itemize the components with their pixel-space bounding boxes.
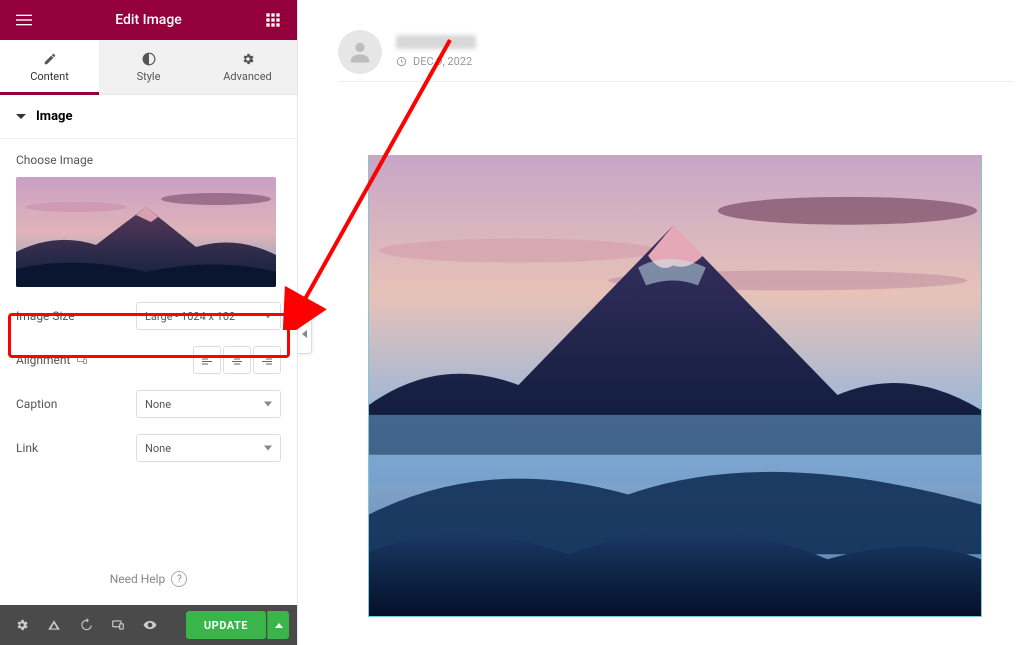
preview-button[interactable] bbox=[136, 611, 164, 639]
post-title-placeholder bbox=[396, 35, 476, 49]
post-header: DEC 9, 2022 bbox=[338, 28, 1014, 82]
history-button[interactable] bbox=[72, 611, 100, 639]
post-meta: DEC 9, 2022 bbox=[396, 35, 476, 68]
collapse-sidebar-handle[interactable] bbox=[298, 314, 312, 354]
select-value: None bbox=[145, 398, 171, 411]
image-thumbnail[interactable] bbox=[16, 177, 276, 287]
clock-icon bbox=[396, 56, 407, 67]
panel-title: Edit Image bbox=[38, 12, 259, 28]
link-select[interactable]: None bbox=[136, 434, 281, 462]
preview-pane: DEC 9, 2022 bbox=[298, 0, 1024, 645]
responsive-button[interactable] bbox=[104, 611, 132, 639]
align-right-button[interactable] bbox=[253, 346, 281, 374]
image-size-label: Image Size bbox=[16, 309, 136, 323]
sidebar-header: Edit Image bbox=[0, 0, 297, 40]
row-image-size: Image Size Large - 1024 x 102 bbox=[16, 301, 281, 331]
help-link[interactable]: Need Help ? bbox=[0, 557, 297, 605]
section-toggle-image[interactable]: Image bbox=[0, 95, 297, 139]
author-avatar bbox=[338, 30, 382, 74]
select-value: None bbox=[145, 442, 171, 455]
row-link: Link None bbox=[16, 433, 281, 463]
section-title: Image bbox=[36, 109, 72, 124]
section-body: Choose Image Image Size Large - 1024 x 1… bbox=[0, 139, 297, 557]
settings-button[interactable] bbox=[8, 611, 36, 639]
update-button[interactable]: UPDATE bbox=[186, 611, 266, 639]
caption-select[interactable]: None bbox=[136, 390, 281, 418]
image-size-select[interactable]: Large - 1024 x 102 bbox=[136, 302, 281, 330]
tab-label: Advanced bbox=[223, 70, 271, 83]
post-date: DEC 9, 2022 bbox=[396, 55, 476, 68]
link-label: Link bbox=[16, 441, 136, 455]
caret-down-icon bbox=[16, 114, 26, 119]
tab-label: Content bbox=[30, 70, 69, 83]
tab-style[interactable]: Style bbox=[99, 40, 198, 94]
menu-button[interactable] bbox=[10, 6, 38, 34]
caption-label: Caption bbox=[16, 397, 136, 411]
help-icon: ? bbox=[171, 571, 187, 587]
navigator-button[interactable] bbox=[40, 611, 68, 639]
alignment-group bbox=[136, 346, 281, 374]
tabs: Content Style Advanced bbox=[0, 40, 297, 95]
tab-advanced[interactable]: Advanced bbox=[198, 40, 297, 94]
row-alignment: Alignment bbox=[16, 345, 281, 375]
update-options-button[interactable] bbox=[267, 611, 289, 639]
responsive-icon[interactable] bbox=[76, 354, 88, 366]
row-caption: Caption None bbox=[16, 389, 281, 419]
select-value: Large - 1024 x 102 bbox=[145, 310, 235, 323]
tab-content[interactable]: Content bbox=[0, 40, 99, 94]
align-center-button[interactable] bbox=[223, 346, 251, 374]
tab-label: Style bbox=[137, 70, 161, 83]
bottom-bar: UPDATE bbox=[0, 605, 297, 645]
align-left-button[interactable] bbox=[193, 346, 221, 374]
hero-image[interactable] bbox=[368, 155, 982, 617]
editor-sidebar: Edit Image Content Style Advanced Image … bbox=[0, 0, 298, 645]
alignment-label: Alignment bbox=[16, 353, 136, 367]
choose-image-label: Choose Image bbox=[16, 153, 281, 167]
apps-button[interactable] bbox=[259, 6, 287, 34]
